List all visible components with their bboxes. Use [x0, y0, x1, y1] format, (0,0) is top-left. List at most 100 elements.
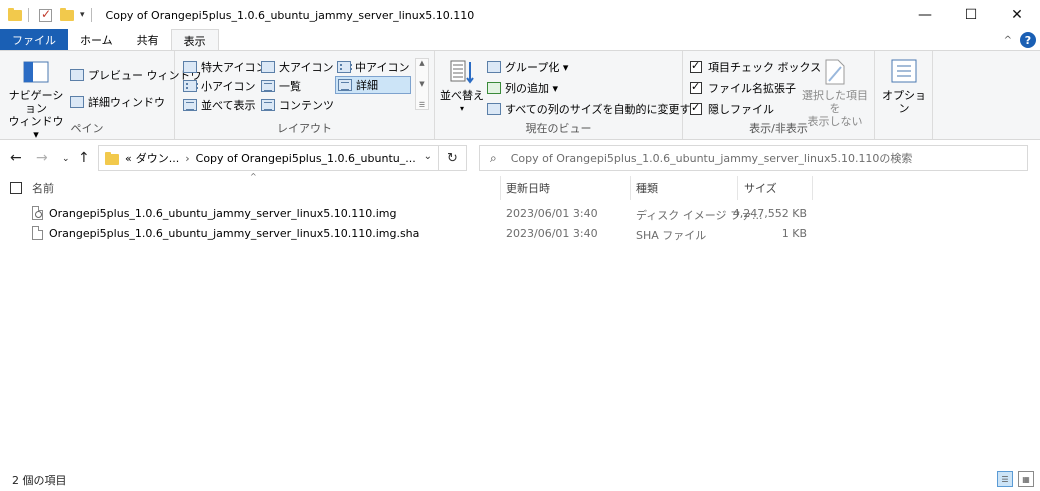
column-divider[interactable]	[630, 176, 631, 200]
layout-item-label: 詳細	[356, 79, 378, 92]
tab-home[interactable]: ホーム	[68, 29, 125, 51]
file-icon	[32, 226, 43, 240]
folder-icon	[105, 151, 119, 165]
scroll-up-icon[interactable]: ▲	[419, 59, 424, 67]
recent-locations-icon[interactable]: ⌄	[62, 154, 70, 164]
content-icon	[261, 99, 275, 111]
column-header-name[interactable]: 名前	[32, 176, 498, 200]
add-column-button[interactable]: 列の追加 ▾	[487, 80, 558, 96]
group-by-label: グループ化 ▾	[505, 61, 569, 74]
ribbon-tabs: ファイル ホーム 共有 表示 ^ ?	[0, 29, 1040, 51]
column-header-type[interactable]: 種類	[636, 176, 736, 200]
column-header-size[interactable]: サイズ	[744, 176, 812, 200]
column-headers: ^ 名前 更新日時 種類 サイズ	[0, 172, 1040, 200]
breadcrumb-separator-icon[interactable]: ›	[185, 152, 189, 165]
list-icon	[261, 80, 275, 92]
hidden-items-toggle[interactable]: 隠しファイル	[690, 101, 774, 117]
new-folder-icon[interactable]	[60, 7, 74, 21]
close-button[interactable]: ✕	[994, 0, 1040, 30]
group-by-button[interactable]: グループ化 ▾	[487, 59, 568, 75]
quick-access-toolbar: ▾	[8, 7, 98, 22]
refresh-button[interactable]: ↻	[439, 145, 467, 171]
column-divider[interactable]	[812, 176, 813, 200]
divider	[28, 8, 29, 22]
status-bar: 2 個の項目 ☰ ▦	[0, 467, 1040, 491]
options-button[interactable]: オプション	[879, 59, 929, 115]
file-date: 2023/06/01 3:40	[506, 227, 598, 240]
layout-list[interactable]: 一覧	[261, 78, 301, 94]
large-icons-icon	[261, 61, 275, 73]
large-icons-view-icon[interactable]: ▦	[1018, 471, 1034, 487]
layout-large-icons[interactable]: 大アイコン	[261, 59, 333, 75]
file-name[interactable]: Orangepi5plus_1.0.6_ubuntu_jammy_server_…	[49, 207, 396, 220]
maximize-button[interactable]: ☐	[948, 0, 994, 30]
column-divider[interactable]	[500, 176, 501, 200]
help-icon[interactable]: ?	[1020, 32, 1036, 48]
tab-share[interactable]: 共有	[125, 29, 171, 51]
pane-group: ナビゲーション ウィンドウ ▾ プレビュー ウィンドウ 詳細ウィンドウ ペイン	[0, 51, 202, 141]
breadcrumb-current[interactable]: Copy of Orangepi5plus_1.0.6_ubuntu_...	[196, 152, 416, 165]
window-title: Copy of Orangepi5plus_1.0.6_ubuntu_jammy…	[105, 8, 475, 22]
options-group: オプション	[875, 51, 933, 139]
file-size: 4,247,552 KB	[732, 207, 807, 220]
search-box[interactable]: ⌕ Copy of Orangepi5plus_1.0.6_ubuntu_jam…	[479, 145, 1028, 171]
layout-content[interactable]: コンテンツ	[261, 97, 334, 113]
hide-selected-items-button[interactable]: 選択した項目を 表示しない	[799, 59, 871, 128]
layout-gallery-scroll[interactable]: ▲ ▼ ☰	[415, 58, 429, 110]
details-view-icon[interactable]: ☰	[997, 471, 1013, 487]
checkbox-checked-icon[interactable]	[690, 59, 702, 73]
sort-by-button[interactable]: 並べ替え ▾	[439, 59, 485, 115]
chevron-down-icon[interactable]: ⌄	[424, 151, 432, 162]
layout-small-icons[interactable]: 小アイコン	[183, 78, 255, 94]
title-bar: ▾ Copy of Orangepi5plus_1.0.6_ubuntu_jam…	[0, 0, 1040, 30]
properties-icon[interactable]	[39, 7, 52, 22]
file-name[interactable]: Orangepi5plus_1.0.6_ubuntu_jammy_server_…	[49, 227, 419, 240]
file-extensions-toggle[interactable]: ファイル名拡張子	[690, 80, 796, 96]
layout-item-label: 特大アイコン	[201, 61, 267, 74]
address-bar[interactable]: « ダウン... › Copy of Orangepi5plus_1.0.6_u…	[98, 145, 439, 171]
column-header-date[interactable]: 更新日時	[506, 176, 630, 200]
navigation-pane-icon	[23, 61, 49, 83]
file-list: Orangepi5plus_1.0.6_ubuntu_jammy_server_…	[0, 204, 1040, 244]
select-all-checkbox[interactable]	[10, 182, 22, 194]
breadcrumb-downloads[interactable]: ダウン...	[136, 150, 180, 166]
tab-file[interactable]: ファイル	[0, 29, 68, 51]
divider	[90, 8, 92, 22]
options-label: オプション	[882, 89, 926, 115]
scroll-down-icon[interactable]: ▼	[419, 80, 424, 88]
minimize-button[interactable]: —	[902, 0, 948, 30]
file-type: SHA ファイル	[636, 229, 707, 242]
layout-extra-large-icons[interactable]: 特大アイコン	[183, 59, 266, 75]
search-icon: ⌕	[490, 150, 497, 165]
tab-view[interactable]: 表示	[170, 29, 219, 51]
hide-selected-icon	[825, 59, 845, 85]
layout-group-label: レイアウト	[277, 122, 332, 135]
file-row[interactable]: Orangepi5plus_1.0.6_ubuntu_jammy_server_…	[0, 204, 1040, 224]
layout-details[interactable]: 詳細	[335, 76, 411, 94]
small-icons-icon	[183, 80, 198, 92]
add-column-label: 列の追加 ▾	[505, 82, 559, 95]
chevron-up-icon[interactable]: ^	[1004, 35, 1012, 46]
up-arrow-icon[interactable]: ↑	[78, 150, 90, 166]
checkbox-checked-icon[interactable]	[690, 80, 702, 94]
layout-item-label: コンテンツ	[279, 99, 334, 112]
forward-arrow-icon[interactable]: →	[36, 150, 48, 166]
column-divider[interactable]	[737, 176, 738, 200]
layout-group: 特大アイコン 大アイコン 中アイコン 小アイコン 一覧 詳細 並べて表示 コンテ…	[175, 51, 435, 139]
layout-item-label: 一覧	[279, 80, 301, 93]
preview-pane-icon	[70, 69, 84, 81]
disk-image-file-icon	[32, 206, 43, 220]
size-all-columns-button[interactable]: すべての列のサイズを自動的に変更する	[487, 101, 701, 117]
layout-tiles[interactable]: 並べて表示	[183, 97, 256, 113]
details-pane-button[interactable]: 詳細ウィンドウ	[70, 94, 165, 110]
back-arrow-icon[interactable]: ←	[10, 150, 22, 166]
show-hide-group-label: 表示/非表示	[749, 122, 808, 135]
file-row[interactable]: Orangepi5plus_1.0.6_ubuntu_jammy_server_…	[0, 224, 1040, 244]
expand-gallery-icon[interactable]: ☰	[419, 101, 425, 109]
customize-toolbar-icon[interactable]: ▾	[80, 10, 85, 20]
checkbox-checked-icon[interactable]	[690, 101, 702, 115]
layout-medium-icons[interactable]: 中アイコン	[337, 59, 409, 75]
breadcrumb-overflow[interactable]: «	[125, 152, 132, 165]
layout-item-label: 並べて表示	[201, 99, 256, 112]
layout-item-label: 大アイコン	[279, 61, 334, 74]
